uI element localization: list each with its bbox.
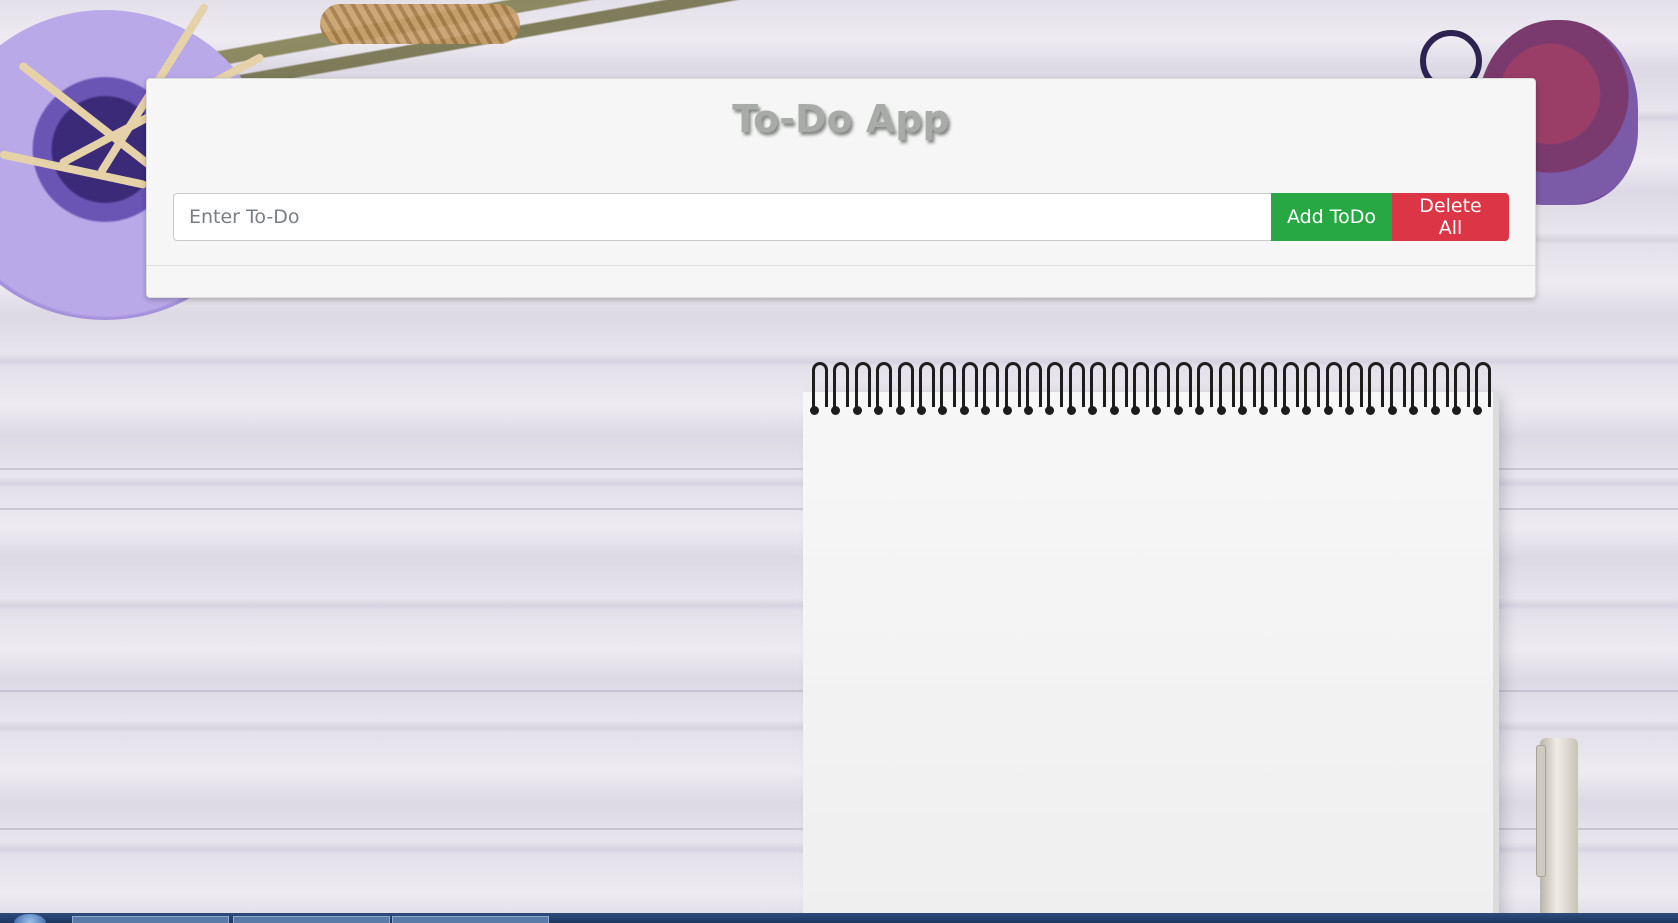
spiral-coil <box>1045 362 1064 415</box>
spiral-coil <box>938 362 957 415</box>
spiral-coil <box>1302 362 1321 415</box>
spiral-coil <box>959 362 978 415</box>
spiral-coil <box>1002 362 1021 415</box>
spiral-coil <box>831 362 850 415</box>
spiral-coil <box>1280 362 1299 415</box>
spiral-coil <box>1109 362 1128 415</box>
card-divider <box>147 265 1535 266</box>
todo-input[interactable] <box>173 193 1271 241</box>
spiral-coil <box>1430 362 1449 415</box>
spiral-coil <box>1259 362 1278 415</box>
spiral-coil <box>1088 362 1107 415</box>
spiral-coil <box>1345 362 1363 415</box>
spiral-coil <box>1366 362 1385 415</box>
add-todo-button[interactable]: Add ToDo <box>1271 193 1392 241</box>
notebook-spiral <box>810 362 1502 415</box>
spiral-coil <box>1473 362 1492 415</box>
spiral-coil <box>1131 362 1149 415</box>
taskbar-item[interactable] <box>233 916 390 923</box>
spiral-coil <box>1323 362 1342 415</box>
spiral-coil <box>1024 362 1042 415</box>
spiral-coil <box>1216 362 1235 415</box>
spiral-coil <box>1173 362 1192 415</box>
spiral-coil <box>1195 362 1214 415</box>
spiral-coil <box>874 362 893 415</box>
spiral-coil <box>917 362 935 415</box>
spiral-coil <box>895 362 914 415</box>
spiral-coil <box>1152 362 1171 415</box>
spiral-coil <box>1387 362 1406 415</box>
rope-decoration <box>320 4 520 44</box>
spiral-coil <box>852 362 871 415</box>
todo-input-group: Add ToDo Delete All <box>173 193 1509 241</box>
page-title: To-Do App <box>732 97 950 141</box>
delete-all-button[interactable]: Delete All <box>1392 193 1509 241</box>
taskbar-item[interactable] <box>72 916 229 923</box>
spiral-coil <box>1452 362 1470 415</box>
todo-card: To-Do App Add ToDo Delete All <box>146 78 1536 298</box>
pen-clip <box>1536 745 1546 877</box>
taskbar-item[interactable] <box>392 916 549 923</box>
spiral-coil <box>810 362 828 415</box>
spiral-coil <box>981 362 1000 415</box>
spiral-coil <box>1066 362 1085 415</box>
notebook-icon <box>803 392 1493 923</box>
spiral-coil <box>1238 362 1256 415</box>
spiral-coil <box>1409 362 1428 415</box>
